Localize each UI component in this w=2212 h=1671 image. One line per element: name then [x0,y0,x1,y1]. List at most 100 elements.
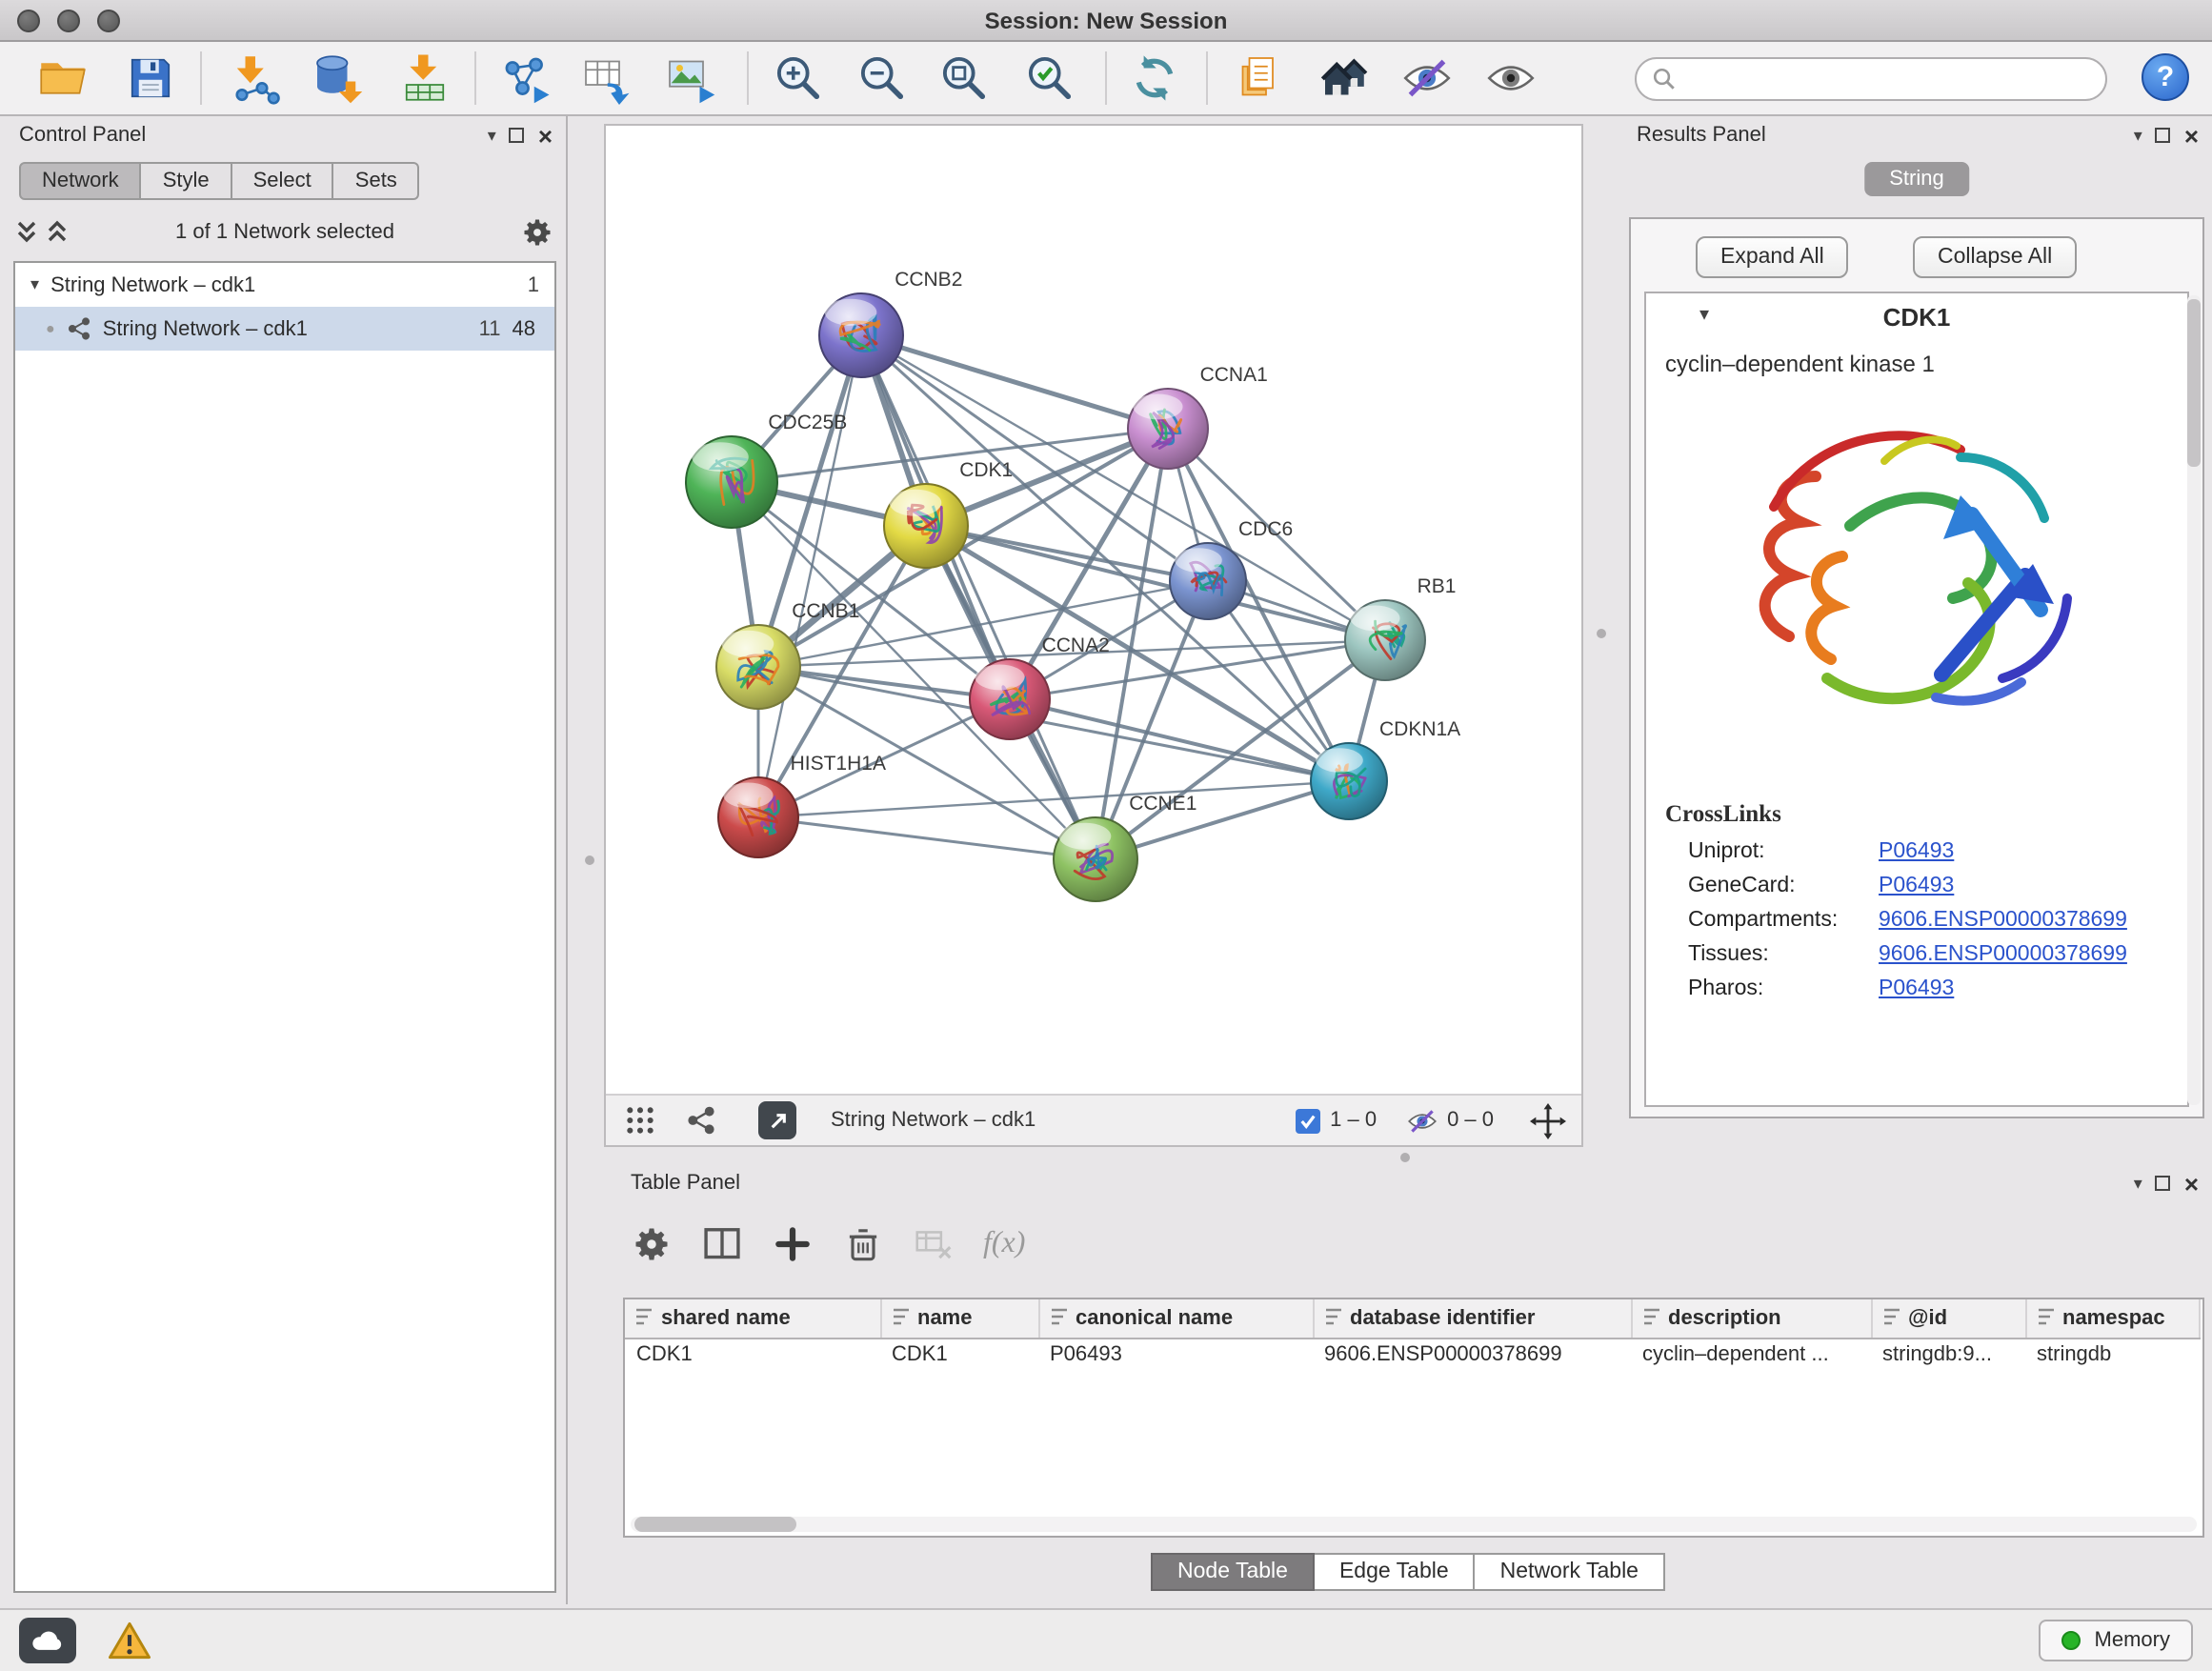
gene-description: cyclin–dependent kinase 1 [1646,339,2187,377]
table-scrollbar-thumb[interactable] [634,1517,796,1532]
search-box[interactable] [1635,57,2107,101]
tab-sets[interactable]: Sets [334,162,420,200]
zoom-fit-button[interactable] [935,50,993,107]
import-table-button[interactable] [396,50,453,107]
tissues-link[interactable]: 9606.ENSP00000378699 [1879,943,2127,966]
cell-description[interactable]: cyclin–dependent ... [1631,1338,1871,1372]
main-toolbar: ? [0,42,2212,116]
network-canvas[interactable]: CCNB2CCNA1CDC25BCDK1CDC6RB1CCNB1CCNA2CDK… [606,126,1581,1094]
string-panel-tab[interactable]: String [1864,162,1969,196]
column-header-description[interactable]: description [1631,1299,1871,1338]
open-session-button[interactable] [34,50,91,107]
network-options-gear-icon[interactable] [520,215,554,250]
function-builder-button[interactable]: f(x) [983,1227,1025,1261]
network-edge[interactable] [758,817,1096,859]
pharos-link[interactable]: P06493 [1879,977,1954,1000]
cell-shared-name[interactable]: CDK1 [625,1338,880,1372]
splitter-handle[interactable] [1597,629,1606,638]
show-structures-button[interactable] [1482,50,1539,107]
hidden-eye-slash-icon[interactable] [1405,1104,1438,1137]
gene-card-header[interactable]: ▾ CDK1 [1646,293,2187,339]
compartments-link[interactable]: 9606.ENSP00000378699 [1879,909,2127,932]
panel-float-button[interactable] [2156,128,2171,143]
panel-close-button[interactable]: × [2184,1171,2199,1196]
expand-all-tree-icon[interactable] [46,219,69,246]
genecard-link[interactable]: P06493 [1879,875,1954,897]
tree-expand-caret-icon[interactable]: ▾ [30,276,39,293]
cell-database-identifier[interactable]: 9606.ENSP00000378699 [1313,1338,1631,1372]
results-scrollbar-thumb[interactable] [2187,299,2201,467]
panel-float-button[interactable] [2156,1176,2171,1191]
import-network-database-button[interactable] [309,50,366,107]
tab-network-table[interactable]: Network Table [1476,1553,1665,1591]
network-edge[interactable] [861,335,1096,859]
save-session-button[interactable] [122,50,179,107]
results-scrollbar[interactable] [2187,295,2201,1105]
cell-name[interactable]: CDK1 [880,1338,1038,1372]
zoom-out-button[interactable] [854,50,911,107]
zoom-in-button[interactable] [770,50,827,107]
selected-checkbox-icon[interactable] [1296,1108,1320,1133]
expand-all-button[interactable]: Expand All [1696,236,1849,278]
panel-collapse-button[interactable]: ▾ [2134,1175,2142,1192]
tab-style[interactable]: Style [142,162,232,200]
uniprot-link[interactable]: P06493 [1879,840,1954,863]
panel-float-button[interactable] [510,128,525,143]
network-edge[interactable] [758,335,861,817]
cell-canonical-name[interactable]: P06493 [1038,1338,1313,1372]
network-row-selected[interactable]: ● String Network – cdk1 11 48 [15,307,554,351]
cloud-button[interactable] [19,1618,76,1663]
gene-collapse-caret-icon[interactable]: ▾ [1699,307,1709,326]
column-header-database-identifier[interactable]: database identifier [1313,1299,1631,1338]
add-column-plus-icon[interactable] [772,1223,814,1265]
birds-eye-view-button[interactable] [758,1101,796,1139]
collapse-all-tree-icon[interactable] [15,219,38,246]
column-header-shared-name[interactable]: shared name [625,1299,880,1338]
tab-select[interactable]: Select [232,162,334,200]
memory-button[interactable]: Memory [2040,1620,2193,1661]
network-collection-row[interactable]: ▾ String Network – cdk1 1 [15,263,554,307]
panel-close-button[interactable]: × [2184,123,2199,148]
tab-node-table[interactable]: Node Table [1151,1553,1315,1591]
copy-document-button[interactable] [1231,50,1288,107]
column-header-canonical-name[interactable]: canonical name [1038,1299,1313,1338]
column-header-name[interactable]: name [880,1299,1038,1338]
import-network-file-button[interactable] [227,50,284,107]
delete-trash-icon[interactable] [842,1223,884,1265]
toolbar-separator [1105,51,1107,105]
panel-collapse-button[interactable]: ▾ [488,127,496,144]
help-button[interactable]: ? [2142,53,2189,101]
zoom-selected-button[interactable] [1021,50,1078,107]
column-header-id[interactable]: @id [1871,1299,2025,1338]
column-header-namespace[interactable]: namespac [2025,1299,2199,1338]
tab-network[interactable]: Network [19,162,142,200]
tab-edge-table[interactable]: Edge Table [1315,1553,1476,1591]
splitter-handle[interactable] [585,856,594,865]
refresh-layout-button[interactable] [1126,50,1183,107]
crosshair-pan-icon[interactable] [1530,1102,1566,1138]
network-edge[interactable] [861,335,1168,429]
network-share-icon[interactable] [686,1105,716,1136]
export-image-button[interactable] [661,50,718,107]
hide-structures-button[interactable] [1398,50,1456,107]
panel-close-button[interactable]: × [538,123,553,148]
table-horizontal-scrollbar[interactable] [631,1517,2197,1532]
network-edge[interactable] [758,781,1349,817]
cell-namespace[interactable]: stringdb [2025,1338,2199,1372]
search-input[interactable] [1686,66,2090,92]
delete-table-icon-disabled[interactable] [913,1223,955,1265]
grid-view-icon[interactable] [625,1105,655,1136]
table-options-gear-icon[interactable] [631,1223,673,1265]
network-view: CCNB2CCNA1CDC25BCDK1CDC6RB1CCNB1CCNA2CDK… [604,124,1583,1147]
cell-id[interactable]: stringdb:9... [1871,1338,2025,1372]
collapse-all-button[interactable]: Collapse All [1913,236,2077,278]
network-edge[interactable] [1010,699,1349,781]
splitter-handle[interactable] [1400,1153,1410,1162]
new-network-button[interactable] [497,50,554,107]
clone-network-button[interactable] [577,50,634,107]
warning-button[interactable] [107,1620,152,1661]
show-columns-icon[interactable] [701,1223,743,1265]
panel-collapse-button[interactable]: ▾ [2134,127,2142,144]
memory-status-dot-icon [2062,1631,2081,1650]
string-home-button[interactable] [1317,50,1374,107]
